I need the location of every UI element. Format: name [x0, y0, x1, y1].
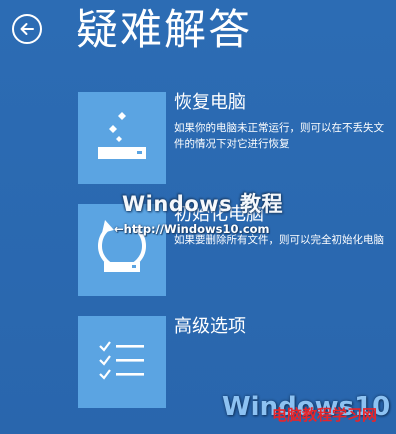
watermark-site: 电脑教程学习网	[272, 406, 378, 424]
watermark-text: Windows 教程	[122, 192, 283, 216]
back-arrow-icon	[20, 23, 34, 35]
watermark-url: ←http://Windows10.com	[114, 222, 270, 236]
back-button[interactable]	[12, 14, 42, 44]
page-title: 疑难解答	[76, 5, 253, 54]
option-title-advanced: 高级选项	[174, 316, 246, 337]
option-refresh-pc[interactable]: 恢复电脑 如果你的电脑未正常运行，则可以在不丢失文件的情况下对它进行恢复	[78, 92, 388, 188]
option-reset-pc[interactable]: 初始化电脑 如果要删除所有文件，则可以完全初始化电脑	[78, 204, 388, 300]
refresh-pc-tile[interactable]	[78, 92, 166, 184]
troubleshoot-screen: 疑难解答 恢复电脑 如果你的电脑未正常运行，则可以在不丢失文件的情况下对它进行恢…	[0, 0, 396, 434]
refresh-pc-icon	[98, 112, 146, 159]
option-title-refresh: 恢复电脑	[174, 92, 246, 113]
advanced-tile[interactable]	[78, 316, 166, 408]
checklist-icon	[99, 341, 144, 380]
option-desc-refresh: 如果你的电脑未正常运行，则可以在不丢失文件的情况下对它进行恢复	[174, 122, 384, 150]
